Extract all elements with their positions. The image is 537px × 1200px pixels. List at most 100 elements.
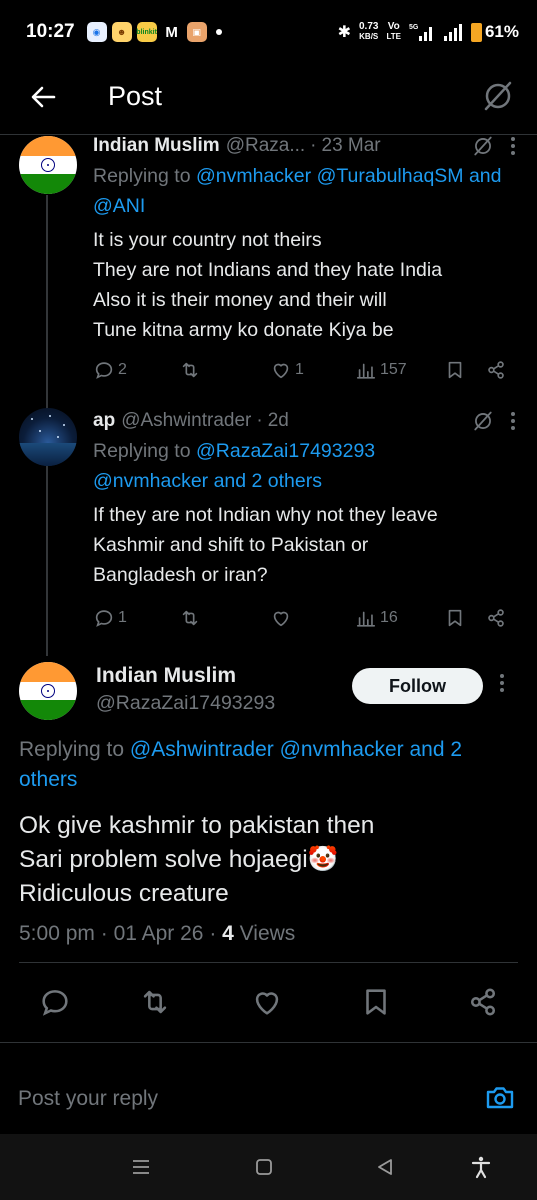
bookmark-icon[interactable] [359, 985, 393, 1019]
tweet-header: Indian Muslim @Raza... · 23 Mar [93, 133, 517, 159]
divider [19, 962, 518, 963]
follow-button[interactable]: Follow [352, 668, 483, 704]
share-icon[interactable] [466, 985, 500, 1019]
grok-button[interactable] [481, 79, 515, 113]
header: Post [0, 64, 537, 134]
avatar[interactable] [19, 408, 77, 466]
reply-input[interactable] [18, 1082, 448, 1116]
replying-to: Replying to @Ashwintrader @nvmhacker and… [19, 735, 519, 795]
tweet-line: Sari problem solve hojaegi🤡 [19, 846, 339, 873]
lte-label: LTE [386, 32, 401, 41]
reply-count: 1 [118, 609, 127, 626]
views-button[interactable]: 16 [355, 607, 398, 629]
author-name[interactable]: Indian Muslim [96, 664, 236, 688]
grok-icon[interactable] [471, 409, 495, 433]
signal-icon [443, 24, 462, 41]
like-button[interactable]: 1 [270, 359, 304, 381]
views-count: 157 [380, 361, 407, 378]
reply-composer [0, 1060, 537, 1132]
tweet-date: 23 Mar [321, 135, 381, 156]
bookmark-button[interactable] [444, 607, 466, 629]
tweet[interactable]: ap @Ashwintrader · 2d Replying to @RazaZ… [93, 408, 517, 590]
net-speed-unit: KB/S [359, 32, 379, 41]
author-name[interactable]: ap [93, 410, 115, 432]
reply-mentions[interactable]: @Ashwintrader @nvmhacker and 2 [130, 738, 462, 761]
triangle-back-icon [378, 1159, 392, 1175]
grok-icon[interactable] [471, 134, 495, 158]
blinkit-icon: blinkit [136, 22, 157, 42]
replying-to: Replying to @RazaZai17493293 @nvmhacker … [93, 436, 517, 496]
reply-button[interactable]: 1 [93, 607, 127, 629]
author-name[interactable]: Indian Muslim [93, 135, 220, 157]
tweet-time: 5:00 pm [19, 922, 95, 945]
volte-label: Vo [387, 21, 400, 32]
tweet-actions: 2 1 157 [93, 357, 517, 383]
recent-apps-button[interactable] [128, 1154, 154, 1180]
back-nav-button[interactable] [372, 1154, 398, 1180]
heart-icon[interactable] [250, 985, 284, 1019]
back-button[interactable] [26, 80, 60, 114]
reply-button[interactable]: 2 [93, 359, 127, 381]
reply-icon [95, 362, 113, 379]
home-square-icon [256, 1159, 272, 1175]
share-button[interactable] [485, 607, 507, 629]
bookmark-icon [448, 361, 462, 379]
author-handle[interactable]: @RazaZai17493293 [96, 692, 275, 715]
tweet-line: Tune kitna army ko donate Kiya be [93, 319, 394, 341]
repost-button[interactable] [179, 607, 201, 629]
separator: · [310, 135, 317, 156]
repost-icon[interactable] [138, 985, 172, 1019]
views-count[interactable]: 4 [222, 922, 234, 945]
menu-icon [133, 1160, 149, 1174]
bluetooth-icon: ✱ [337, 24, 351, 41]
tweet-text: It is your country not theirs They are n… [93, 225, 517, 345]
svg-text:5G: 5G [409, 24, 419, 31]
repost-icon [182, 610, 198, 626]
bookmark-button[interactable] [444, 359, 466, 381]
reply-mentions[interactable]: others [19, 765, 519, 795]
reply-icon [95, 610, 113, 627]
home-button[interactable] [251, 1154, 277, 1180]
share-button[interactable] [485, 359, 507, 381]
more-options-icon[interactable] [509, 410, 517, 432]
status-time: 10:27 [26, 21, 75, 42]
like-button[interactable] [270, 607, 292, 629]
camera-icon [486, 1087, 514, 1109]
replying-to: Replying to @nvmhacker @TurabulhaqSM and… [93, 161, 517, 221]
thread-line [46, 466, 48, 656]
replying-to-label: Replying to [93, 440, 196, 462]
app-notification-icon: ◉ [86, 22, 107, 42]
reply-mentions[interactable]: @nvmhacker and 2 others [93, 466, 517, 496]
author-handle[interactable]: @Ashwintrader [121, 410, 251, 432]
share-icon [488, 361, 504, 379]
tweet-text: If they are not Indian why not they leav… [93, 500, 517, 590]
heart-icon [273, 363, 289, 379]
arrow-left-icon [31, 86, 56, 108]
views-button[interactable]: 157 [355, 359, 407, 381]
tweet-line: Also it is their money and their will [93, 289, 387, 311]
more-notifications-dot-icon [215, 29, 222, 35]
repost-button[interactable] [179, 359, 201, 381]
battery-icon [470, 22, 482, 42]
avatar[interactable] [19, 136, 77, 194]
reply-mentions[interactable]: @RazaZai17493293 [196, 440, 375, 462]
tweet-line: Ridiculous creature [19, 880, 229, 907]
avatar[interactable] [19, 662, 77, 720]
more-options-icon[interactable] [498, 672, 506, 694]
repost-icon [182, 362, 198, 378]
tweet-line: They are not Indians and they hate India [93, 259, 443, 281]
more-options-icon[interactable] [509, 135, 517, 157]
reply-icon[interactable] [38, 985, 72, 1019]
reply-count: 2 [118, 361, 127, 378]
accessibility-button[interactable] [468, 1154, 494, 1180]
avatar-notification-icon: ☻ [111, 22, 132, 42]
tweet-line: Kashmir and shift to Pakistan or [93, 534, 369, 556]
tweet-line: It is your country not theirs [93, 229, 322, 251]
tweet[interactable]: Indian Muslim @Raza... · 23 Mar Replying… [93, 133, 517, 345]
system-nav-bar [0, 1134, 537, 1200]
author-handle[interactable]: @Raza... [226, 135, 305, 157]
tweet-text: Ok give kashmir to pakistan then Sari pr… [19, 809, 519, 911]
network-speed: 0.73 KB/S [359, 22, 378, 42]
camera-button[interactable] [484, 1082, 516, 1114]
divider [0, 1042, 537, 1043]
